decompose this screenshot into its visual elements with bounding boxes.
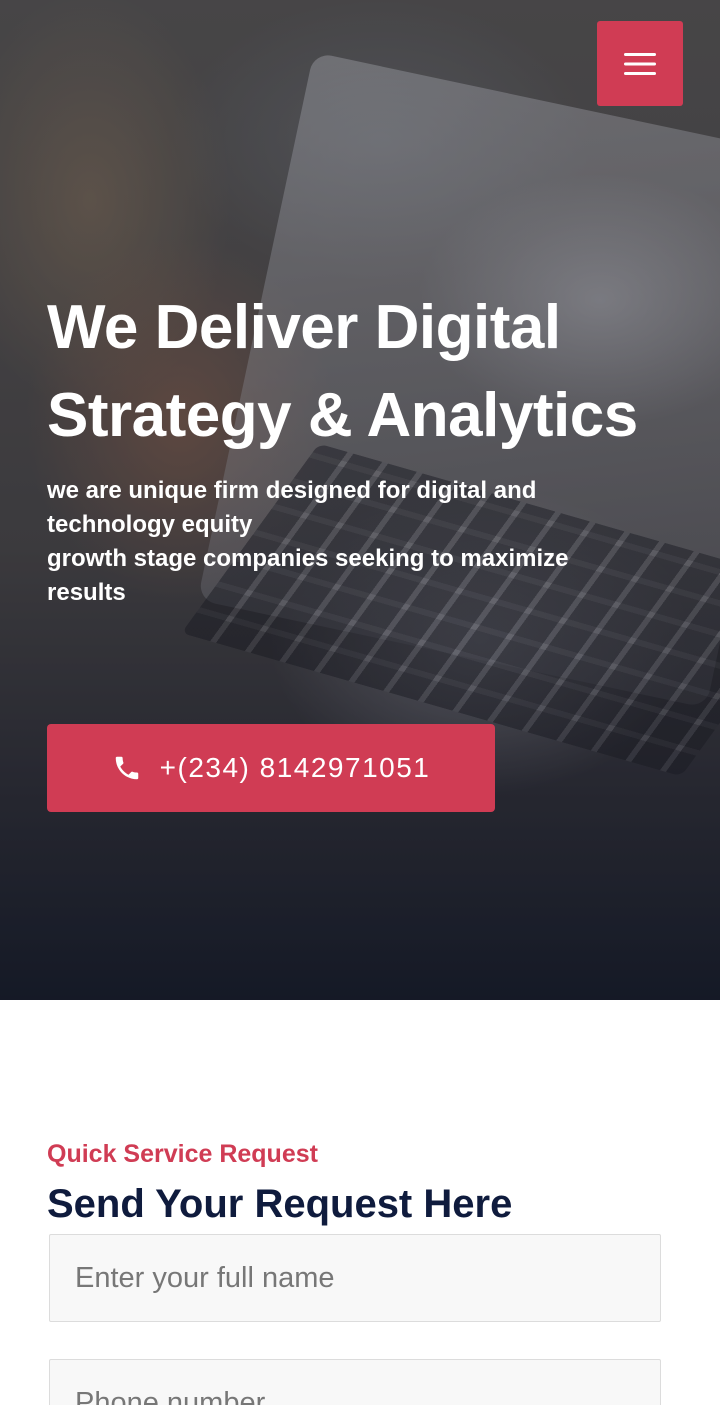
hero-subtitle: we are unique firm designed for digital … xyxy=(47,474,647,610)
full-name-input[interactable] xyxy=(49,1234,661,1322)
hero-subtitle-line: technology equity xyxy=(47,511,253,538)
hero-title: We Deliver Digital Strategy & Analytics xyxy=(47,284,687,460)
menu-button[interactable] xyxy=(597,21,683,106)
phone-number-input[interactable] xyxy=(49,1359,661,1405)
hero-title-line: We Deliver Digital xyxy=(47,293,561,362)
hamburger-menu-icon xyxy=(624,52,656,75)
section-eyebrow: Quick Service Request xyxy=(47,1140,318,1168)
call-phone-button[interactable]: +(234) 8142971051 xyxy=(47,724,495,812)
hero-subtitle-line: we are unique firm designed for digital … xyxy=(47,477,537,504)
call-button-label: +(234) 8142971051 xyxy=(159,752,431,783)
hero-subtitle-line: growth stage companies seeking to maximi… xyxy=(47,545,569,572)
hero-title-line: Strategy & Analytics xyxy=(47,381,638,450)
section-title: Send Your Request Here xyxy=(47,1182,513,1226)
phone-icon xyxy=(115,756,138,780)
hero-subtitle-line: results xyxy=(47,579,126,606)
hero-section: We Deliver Digital Strategy & Analytics … xyxy=(0,0,720,1000)
